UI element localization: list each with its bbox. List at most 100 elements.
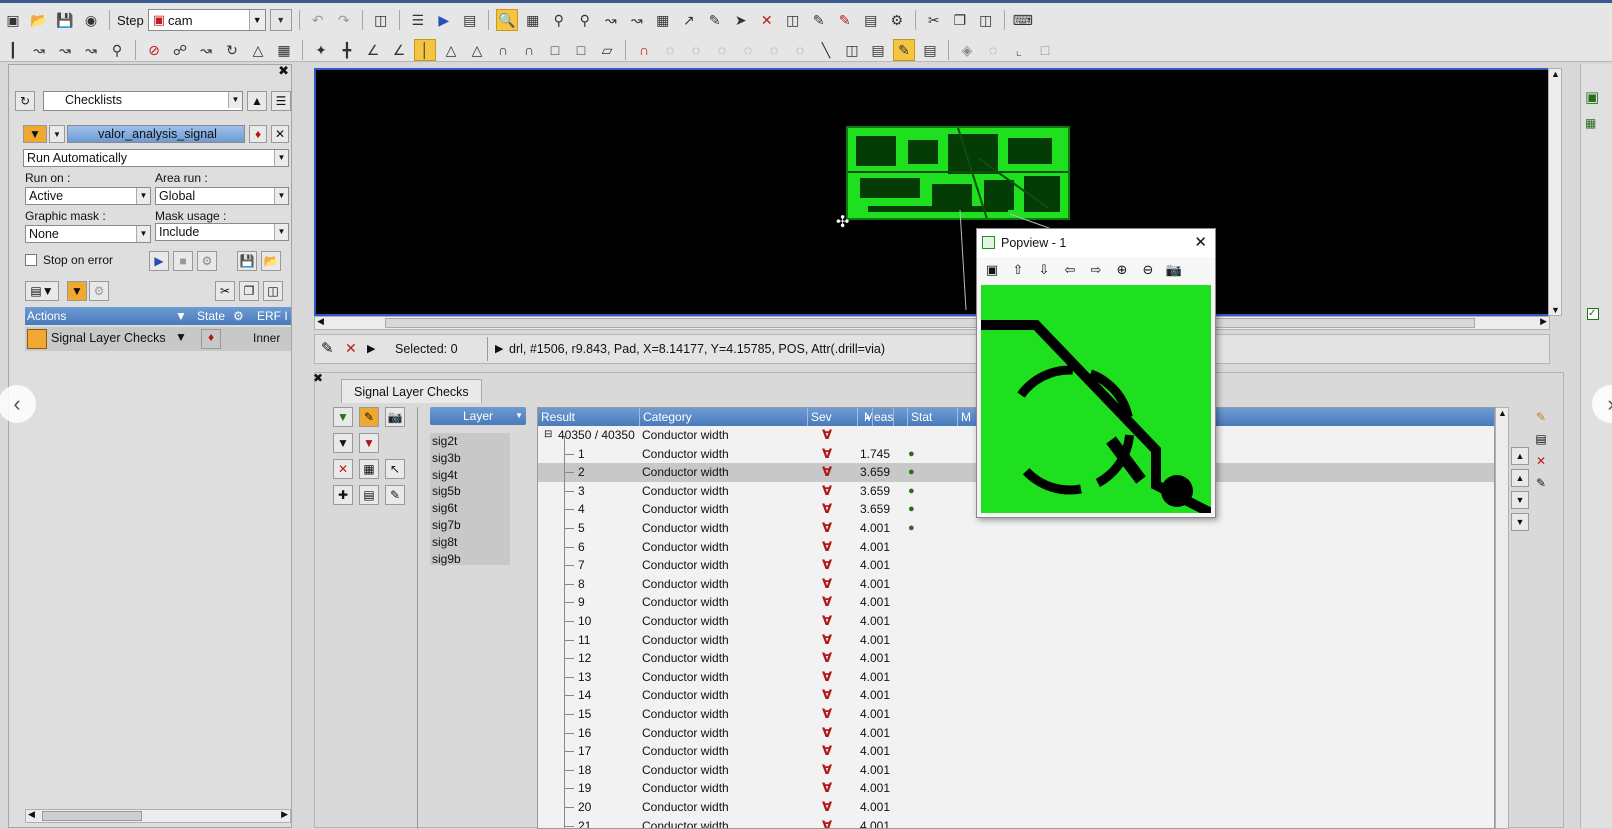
copy-layer-icon[interactable]: ◫ (841, 39, 863, 61)
funnel-icon[interactable]: ▼ (175, 307, 187, 325)
result-row[interactable]: 12 Conductor width ∀ 4.001 (538, 649, 1494, 668)
delete-results-icon[interactable]: ✕ (333, 459, 353, 479)
run-mode-select[interactable]: Run Automatically ▼ (23, 149, 289, 167)
result-row[interactable]: 6 Conductor width ∀ 4.001 (538, 538, 1494, 557)
result-row[interactable]: 14 Conductor width ∀ 4.001 (538, 686, 1494, 705)
node-icon[interactable]: ◈ (956, 39, 978, 61)
edit-icon[interactable]: ✎ (808, 9, 830, 31)
snap-c-icon[interactable]: ◌ (711, 39, 733, 61)
mask-usage-select[interactable]: Include ▼ (155, 223, 289, 241)
angle-45-icon[interactable]: ∠ (388, 39, 410, 61)
report-result-icon[interactable]: ▤ (1531, 429, 1551, 449)
rotate-icon[interactable]: ↻ (221, 39, 243, 61)
chevron-down-icon[interactable]: ▼ (136, 226, 150, 242)
canvas-hscrollbar[interactable]: ◀ ▶ (314, 316, 1550, 330)
close-icon[interactable]: ✕ (1194, 229, 1207, 257)
info-expand-icon[interactable]: ▶ (495, 342, 503, 355)
camera-icon[interactable]: 📷 (1163, 262, 1185, 278)
zoom-area-icon[interactable]: ▦ (522, 9, 544, 31)
add-results-icon[interactable]: ✚ (333, 485, 353, 505)
canvas-vscrollbar[interactable]: ▲ ▼ (1548, 68, 1562, 316)
assign-result-icon[interactable]: ✎ (1531, 473, 1551, 493)
report-icon[interactable]: ▤ (459, 9, 481, 31)
redo-icon[interactable]: ↷ (333, 9, 355, 31)
scroll-thumb[interactable] (385, 318, 1475, 328)
scroll-left-icon[interactable]: ◀ (28, 809, 35, 820)
sev-column-header[interactable]: Sev (808, 408, 858, 426)
node-b-icon[interactable]: ◌ (982, 39, 1004, 61)
tab-signal-layer-checks[interactable]: Signal Layer Checks (341, 379, 482, 403)
scroll-right-icon[interactable]: ▶ (1540, 316, 1547, 327)
snap-intersect-icon[interactable]: ╋ (336, 39, 358, 61)
step-menu-icon[interactable]: ▼ (269, 9, 292, 31)
delete-result-icon[interactable]: ✕ (1531, 451, 1551, 471)
select-tool-icon[interactable]: ✎ (321, 339, 334, 357)
filter-icon[interactable]: ⚙ (886, 9, 908, 31)
folder-icon[interactable]: 📂 (28, 9, 50, 31)
undo-icon[interactable]: ↶ (307, 9, 329, 31)
area-run-select[interactable]: Global ▼ (155, 187, 289, 205)
parallelogram-icon[interactable]: ▱ (596, 39, 618, 61)
snap-e-icon[interactable]: ◌ (763, 39, 785, 61)
checklist-close-icon[interactable]: ✕ (271, 125, 289, 143)
node-c-icon[interactable]: ⌞ (1008, 39, 1030, 61)
collapse-icon[interactable]: ⊟ (544, 426, 552, 445)
triangle-b-icon[interactable]: △ (466, 39, 488, 61)
snap-icon[interactable]: ↝ (626, 9, 648, 31)
result-row[interactable]: 8 Conductor width ∀ 4.001 (538, 575, 1494, 594)
zoom-fit-icon[interactable]: ⚲ (574, 9, 596, 31)
save-icon[interactable]: 💾 (54, 9, 76, 31)
layer-stack-icon[interactable]: ▤ (359, 485, 379, 505)
gear-icon[interactable]: ⚙ (233, 307, 244, 325)
chevron-down-icon[interactable]: ▼ (515, 407, 523, 425)
layout-icon[interactable]: ◫ (370, 9, 392, 31)
layer-item[interactable]: sig3b (430, 450, 510, 467)
close-icon[interactable]: ✖ (278, 63, 289, 79)
features-icon[interactable]: ▤ (919, 39, 941, 61)
chevron-down-icon[interactable]: ▼ (274, 188, 288, 204)
layer-item[interactable]: sig2t (430, 433, 510, 450)
route-b-icon[interactable]: ↝ (80, 39, 102, 61)
results-vscrollbar[interactable]: ▲ (1495, 407, 1509, 829)
snap-point-icon[interactable]: ✦ (310, 39, 332, 61)
copy-icon[interactable]: ◫ (782, 9, 804, 31)
layer-header[interactable]: Layer ▼ (430, 407, 526, 425)
route-icon[interactable]: ↝ (28, 39, 50, 61)
stop-icon[interactable]: ■ (173, 251, 193, 271)
result-row[interactable]: 11 Conductor width ∀ 4.001 (538, 631, 1494, 650)
arrow-up-icon[interactable]: ⇧ (1007, 262, 1029, 278)
step-run-icon[interactable]: ⚙ (197, 251, 217, 271)
refresh-icon[interactable]: ↻ (15, 91, 35, 111)
no-entry-icon[interactable]: ⊘ (143, 39, 165, 61)
delete-icon[interactable]: ✎ (834, 9, 856, 31)
array-icon[interactable]: ▦ (273, 39, 295, 61)
connect-icon[interactable]: ↝ (195, 39, 217, 61)
step-combo[interactable]: ▣ cam ▼ (147, 9, 266, 31)
route-a-icon[interactable]: ↝ (54, 39, 76, 61)
save-results-icon[interactable]: 💾 (237, 251, 257, 271)
chevron-down-icon[interactable]: ▼ (274, 224, 288, 240)
checklist-severity-icon[interactable]: ♦ (249, 125, 267, 143)
move-layer-icon[interactable]: ▤ (867, 39, 889, 61)
pointer-icon[interactable]: ↖ (385, 459, 405, 479)
popview-layout-icon[interactable]: ▣ (981, 262, 1003, 278)
result-row[interactable]: 16 Conductor width ∀ 4.001 (538, 724, 1494, 743)
action-filter-icon[interactable]: ▼ (67, 281, 87, 301)
cut-icon[interactable]: ✂ (923, 9, 945, 31)
keyboard-icon[interactable]: ⌨ (1012, 9, 1034, 31)
box-up-icon[interactable]: □ (544, 39, 566, 61)
edit-result-icon[interactable]: ✎ (1531, 407, 1551, 427)
snap-f-icon[interactable]: ◌ (789, 39, 811, 61)
graphic-mask-select[interactable]: None ▼ (25, 225, 151, 243)
select-area-icon[interactable]: ▦ (359, 459, 379, 479)
zoom-out-icon[interactable]: ⚲ (548, 9, 570, 31)
open-results-icon[interactable]: 📂 (261, 251, 281, 271)
line-icon[interactable]: ┃ (2, 39, 24, 61)
arc-b-icon[interactable]: ∩ (518, 39, 540, 61)
arrow-down-icon[interactable]: ⇩ (1033, 262, 1055, 278)
edit-layer-icon[interactable]: ✎ (893, 39, 915, 61)
stop-on-error-checkbox[interactable] (25, 254, 37, 266)
layer-edit-icon[interactable]: ✎ (385, 485, 405, 505)
snap-a-icon[interactable]: ◌ (659, 39, 681, 61)
measure-icon[interactable]: ↝ (600, 9, 622, 31)
